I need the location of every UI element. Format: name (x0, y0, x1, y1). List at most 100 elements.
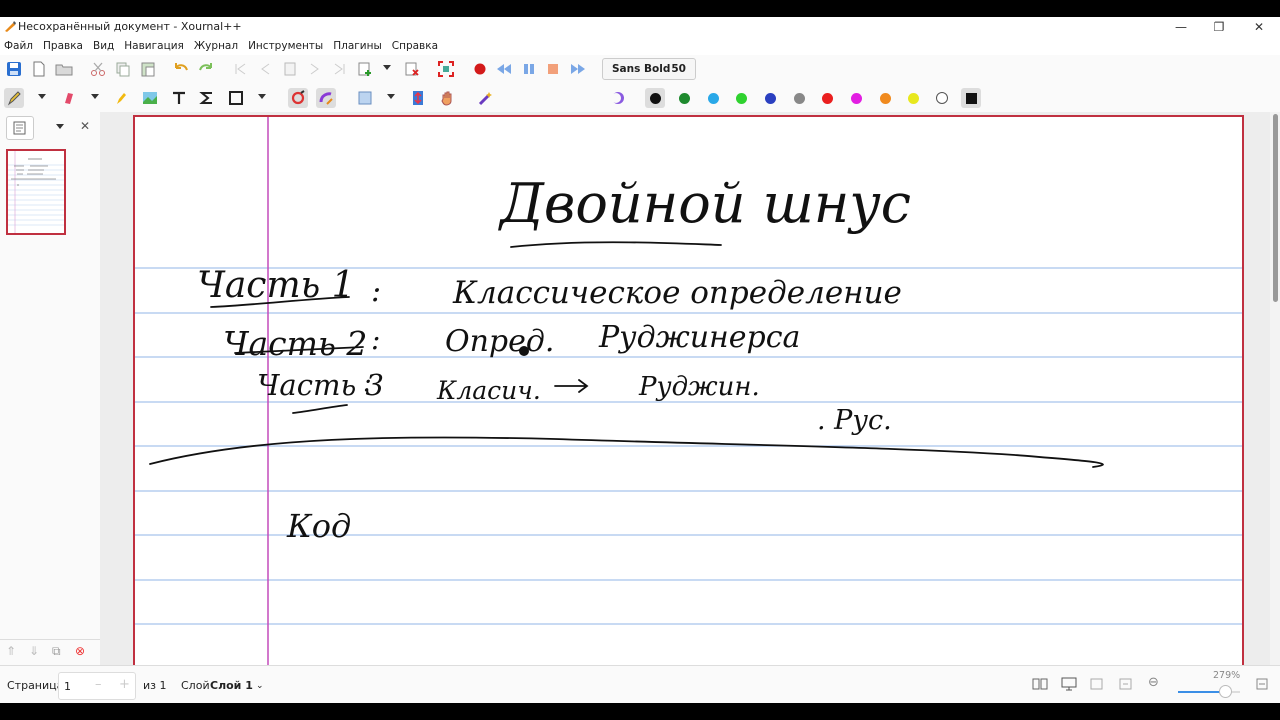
previous-page-button[interactable] (255, 59, 275, 79)
menu-journal[interactable]: Журнал (194, 40, 238, 52)
maximize-button[interactable]: ❐ (1204, 19, 1234, 35)
menu-help[interactable]: Справка (392, 40, 438, 52)
presentation-mode-icon[interactable] (1061, 677, 1077, 691)
color-red-button[interactable] (817, 88, 837, 108)
zoom-slider-handle[interactable] (1219, 685, 1232, 698)
menu-edit[interactable]: Правка (43, 40, 83, 52)
menu-plugins[interactable]: Плагины (333, 40, 382, 52)
zoom-slider[interactable] (1178, 685, 1240, 698)
eraser-tool-button[interactable] (59, 88, 79, 108)
zoom-100-icon[interactable] (1119, 678, 1133, 690)
color-green-button[interactable] (674, 88, 694, 108)
highlighter-tool-button[interactable] (111, 88, 131, 108)
part2-extra: Руджинерса (598, 320, 800, 355)
page-label: Страница (7, 679, 64, 692)
title-bar: Несохранённый документ - Xournal++ — ❐ ✕ (0, 17, 1280, 37)
hand-tool-button[interactable] (437, 88, 457, 108)
zoom-in-icon[interactable] (1256, 678, 1268, 690)
latex-tool-button[interactable] (197, 88, 217, 108)
undo-button[interactable] (171, 59, 191, 79)
pen-tool-button[interactable] (4, 88, 24, 108)
magic-wand-icon (478, 92, 492, 106)
pen-options-dropdown[interactable] (38, 94, 46, 99)
move-page-up-icon[interactable]: ⇑ (6, 644, 16, 658)
pause-button[interactable] (519, 59, 539, 79)
ruler-button[interactable] (316, 88, 336, 108)
minimize-button[interactable]: — (1166, 19, 1196, 35)
color-gray-button[interactable] (789, 88, 809, 108)
sidebar-view-selector[interactable] (6, 116, 34, 140)
menu-file[interactable]: Файл (4, 40, 33, 52)
page-number-input[interactable]: 1 (64, 680, 71, 693)
delete-page-button[interactable] (402, 59, 422, 79)
menu-tools[interactable]: Инструменты (248, 40, 323, 52)
menu-navigation[interactable]: Навигация (124, 40, 184, 52)
menu-bar: Файл Правка Вид Навигация Журнал Инструм… (0, 37, 1280, 55)
page-thumbnail[interactable] (6, 149, 66, 235)
image-tool-button[interactable] (140, 88, 160, 108)
fullscreen-button[interactable] (436, 59, 456, 79)
default-tool-button[interactable] (475, 88, 495, 108)
copy-button[interactable] (113, 59, 133, 79)
goto-page-button[interactable] (280, 59, 300, 79)
new-document-button[interactable] (29, 59, 49, 79)
shape-recognizer-button[interactable] (288, 88, 308, 108)
duplicate-page-icon[interactable]: ⧉ (52, 644, 61, 659)
open-button[interactable] (54, 59, 74, 79)
page-decrease-icon[interactable]: – (95, 677, 102, 692)
sidebar-dropdown[interactable] (56, 124, 64, 129)
color-lightblue-button[interactable] (703, 88, 723, 108)
fill-toggle-button[interactable] (608, 88, 628, 108)
color-swatch (735, 92, 747, 104)
rewind-button[interactable] (494, 59, 514, 79)
select-options-dropdown[interactable] (387, 94, 395, 99)
shape-tool-button[interactable] (226, 88, 246, 108)
font-select-button[interactable]: Sans Bold 50 (602, 58, 696, 80)
color-black-button[interactable] (645, 88, 665, 108)
record-button[interactable] (470, 59, 490, 79)
two-pages-icon[interactable] (1032, 678, 1048, 690)
part3-colon: : (363, 368, 372, 398)
redo-icon (199, 63, 212, 71)
custom-color-button[interactable] (961, 88, 981, 108)
color-lightgreen-button[interactable] (731, 88, 751, 108)
note-page[interactable]: Двойной шнус Часть 1 : Классическое опре… (133, 115, 1244, 675)
insert-page-dropdown[interactable] (383, 65, 391, 70)
vertical-space-button[interactable] (408, 88, 428, 108)
close-button[interactable]: ✕ (1244, 19, 1274, 35)
text-tool-button[interactable] (169, 88, 189, 108)
eraser-options-dropdown[interactable] (91, 94, 99, 99)
color-yellow-button[interactable] (903, 88, 923, 108)
zoom-fit-icon[interactable] (1090, 678, 1104, 690)
arrow-line (554, 379, 589, 393)
last-page-button[interactable] (330, 59, 350, 79)
save-button[interactable] (4, 59, 24, 79)
page-spinbox[interactable]: 1 – + (58, 672, 136, 700)
paste-button[interactable] (138, 59, 158, 79)
delete-page-icon[interactable]: ⊗ (75, 644, 85, 658)
color-white-button[interactable] (932, 88, 952, 108)
cut-button[interactable] (88, 59, 108, 79)
redo-button[interactable] (196, 59, 216, 79)
page-preview-sidebar: ✕ ⇑ ⇓ ⧉ ⊗ (0, 112, 101, 665)
stop-button[interactable] (543, 59, 563, 79)
first-page-button[interactable] (230, 59, 250, 79)
layer-select[interactable]: Слой 1 (210, 679, 253, 692)
vertical-scrollbar[interactable] (1270, 112, 1280, 665)
zoom-out-icon[interactable]: ⊖ (1148, 675, 1159, 690)
shape-options-dropdown[interactable] (258, 94, 266, 99)
select-rect-button[interactable] (355, 88, 375, 108)
menu-view[interactable]: Вид (93, 40, 114, 52)
move-page-down-icon[interactable]: ⇓ (29, 644, 39, 658)
scrollbar-thumb[interactable] (1273, 114, 1278, 302)
page-increase-icon[interactable]: + (119, 677, 130, 692)
layer-dropdown-icon[interactable]: ⌄ (256, 681, 264, 691)
color-blue-button[interactable] (760, 88, 780, 108)
fast-forward-button[interactable] (568, 59, 588, 79)
next-page-button[interactable] (305, 59, 325, 79)
sidebar-close-icon[interactable]: ✕ (80, 119, 90, 133)
color-magenta-button[interactable] (846, 88, 866, 108)
color-orange-button[interactable] (875, 88, 895, 108)
part1-colon: : (371, 274, 381, 309)
insert-page-button[interactable] (355, 59, 375, 79)
